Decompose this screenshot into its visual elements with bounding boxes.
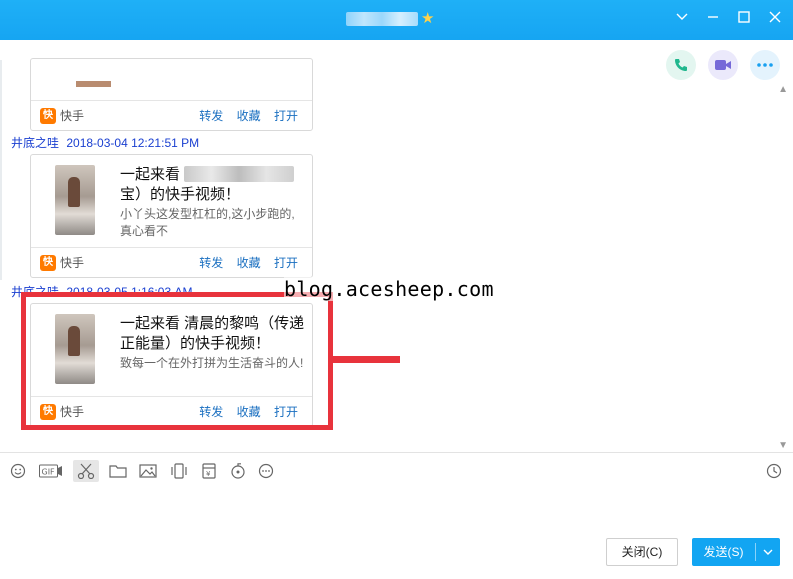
highlight-box <box>21 292 333 430</box>
folder-icon[interactable] <box>106 460 130 482</box>
close-button[interactable]: 关闭(C) <box>606 538 678 566</box>
close-window-button[interactable] <box>765 10 785 30</box>
highlight-pointer <box>330 356 400 363</box>
chevron-down-icon[interactable] <box>756 538 780 566</box>
svg-text:GIF: GIF <box>42 468 56 477</box>
card-app-label: 快手 <box>60 109 85 123</box>
card-title-suffix: 宝）的快手视频！ <box>120 186 241 203</box>
window-title-blurred <box>346 12 418 26</box>
video-icon <box>715 60 731 70</box>
message-input[interactable] <box>0 484 793 534</box>
share-card[interactable]: 一起来看 宝）的快手视频！ 小丫头这发型杠杠的,这小步跑的,真心看不 快 快手 … <box>30 154 313 278</box>
scissors-icon[interactable] <box>73 460 99 482</box>
open-link[interactable]: 打开 <box>274 109 298 123</box>
input-divider <box>0 452 793 453</box>
send-label[interactable]: 发送(S) <box>692 538 755 566</box>
favorite-link[interactable]: 收藏 <box>237 109 261 123</box>
share-card: 快 快手 转发 收藏 打开 <box>30 58 313 131</box>
sender-name: 井底之哇 <box>11 136 60 150</box>
scroll-up-icon[interactable]: ▲ <box>778 84 788 95</box>
message-time: 2018-03-04 12:21:51 PM <box>66 136 200 150</box>
video-thumbnail[interactable] <box>55 165 95 235</box>
favorite-link[interactable]: 收藏 <box>237 256 261 270</box>
left-edge <box>0 60 2 280</box>
red-packet-icon[interactable]: ¥ <box>197 460 221 482</box>
thumbnail-partial <box>76 81 111 87</box>
voice-call-button[interactable] <box>666 50 696 80</box>
star-icon: ★ <box>421 10 435 27</box>
forward-link[interactable]: 转发 <box>199 256 223 270</box>
shake-icon[interactable] <box>167 460 191 482</box>
card-footer: 快 快手 转发 收藏 打开 <box>31 247 312 277</box>
title-bar: ★ <box>0 0 793 40</box>
image-icon[interactable] <box>136 460 160 482</box>
card-title: 一起来看 宝）的快手视频！ <box>120 165 305 205</box>
more-button[interactable] <box>750 50 780 80</box>
thumbnail-figure <box>68 177 80 207</box>
blurred-username <box>184 166 295 182</box>
open-link[interactable]: 打开 <box>274 256 298 270</box>
card-app-label: 快手 <box>60 256 85 270</box>
video-call-button[interactable] <box>708 50 738 80</box>
maximize-button[interactable] <box>734 10 754 30</box>
minimize-button[interactable] <box>703 10 723 30</box>
music-icon[interactable] <box>226 460 250 482</box>
more-icon <box>757 63 773 67</box>
phone-icon <box>675 59 687 71</box>
svg-text:¥: ¥ <box>206 470 211 478</box>
history-clock-icon[interactable] <box>762 460 786 482</box>
card-footer: 快 快手 转发 收藏 打开 <box>31 100 312 130</box>
message-header: 井底之哇 2018-03-04 12:21:51 PM <box>11 135 199 151</box>
kuaishou-logo-icon: 快 <box>40 108 56 124</box>
chevron-down-icon[interactable] <box>672 10 692 30</box>
card-description: 小丫头这发型杠杠的,这小步跑的,真心看不 <box>120 207 295 238</box>
kuaishou-logo-icon: 快 <box>40 255 56 271</box>
send-button[interactable]: 发送(S) <box>692 538 780 566</box>
watermark-text: blog.acesheep.com <box>284 277 494 301</box>
card-title-prefix: 一起来看 <box>120 166 181 183</box>
gif-icon[interactable]: GIF <box>38 460 64 482</box>
forward-link[interactable]: 转发 <box>199 109 223 123</box>
more-circle-icon[interactable] <box>254 460 278 482</box>
emoji-icon[interactable] <box>6 460 30 482</box>
scroll-down-icon[interactable]: ▼ <box>778 440 788 451</box>
